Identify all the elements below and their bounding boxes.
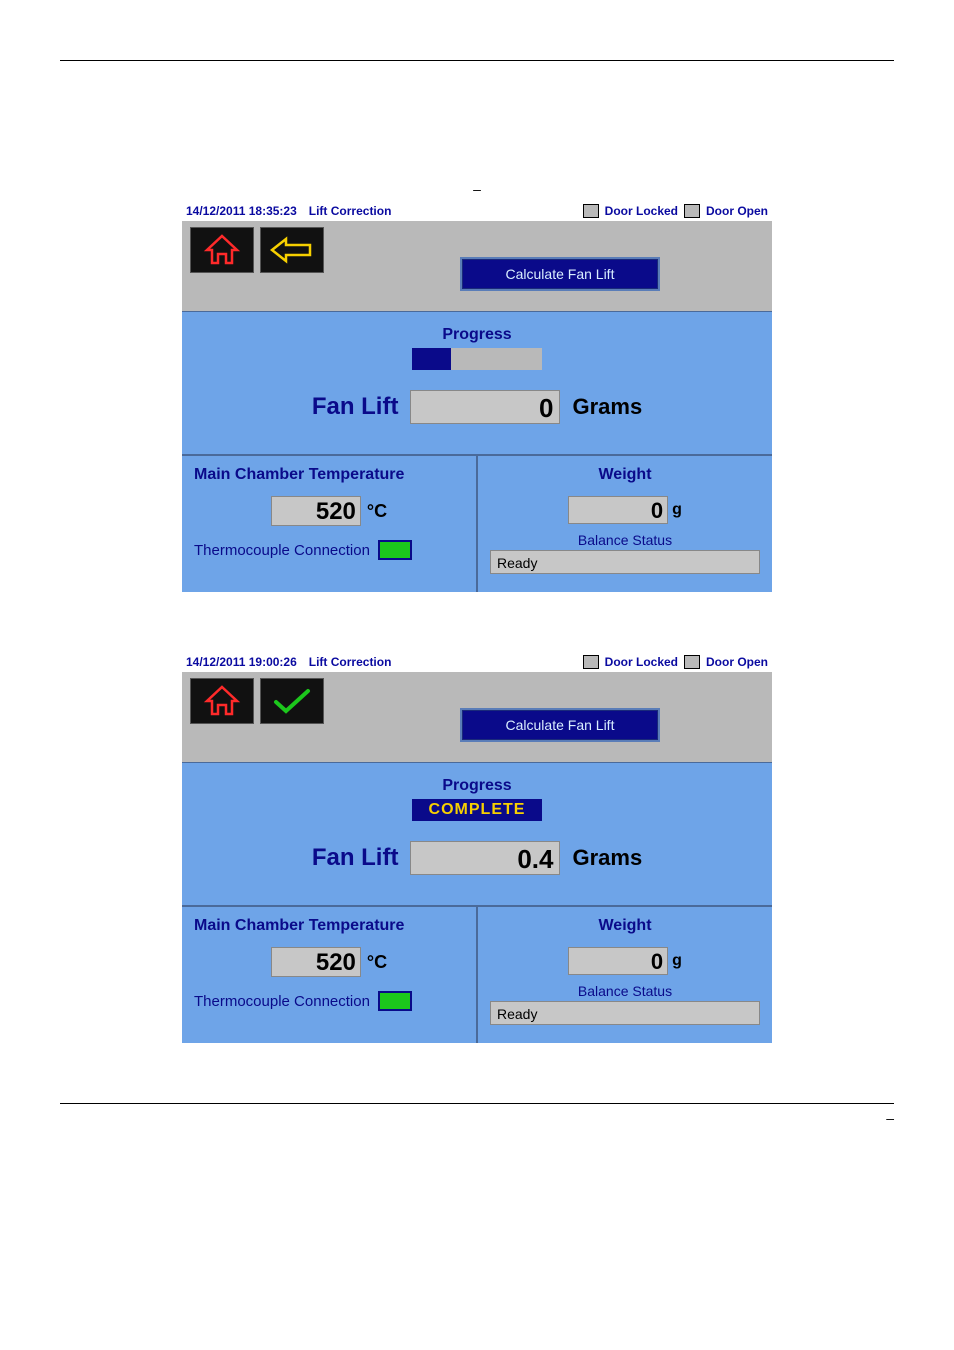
fan-lift-label: Fan Lift <box>312 844 399 872</box>
weight-value: 0 <box>568 947 668 975</box>
home-button[interactable] <box>190 678 254 724</box>
progress-label: Progress <box>198 326 756 344</box>
door-locked-indicator <box>583 204 599 218</box>
door-open-indicator <box>684 204 700 218</box>
calc-button-label: Calculate Fan Lift <box>506 717 615 733</box>
door-open-indicator <box>684 655 700 669</box>
confirm-button[interactable] <box>260 678 324 724</box>
progress-label: Progress <box>198 777 756 795</box>
page-top-rule <box>60 60 894 61</box>
balance-status-label: Balance Status <box>490 532 760 548</box>
bottom-section: Main Chamber Temperature 520 °C Thermoco… <box>182 454 772 592</box>
home-icon <box>203 684 241 718</box>
top-dash: – <box>0 181 954 197</box>
balance-status-label: Balance Status <box>490 983 760 999</box>
main-chamber-temp-label: Main Chamber Temperature <box>194 466 464 484</box>
timestamp: 14/12/2011 18:35:23 <box>186 204 297 218</box>
home-button[interactable] <box>190 227 254 273</box>
fan-lift-value: 0 <box>410 390 560 424</box>
check-icon <box>268 686 316 716</box>
calc-button-label: Calculate Fan Lift <box>506 266 615 282</box>
fan-lift-unit: Grams <box>572 845 642 871</box>
main-chamber-temp-unit: °C <box>367 501 387 522</box>
thermocouple-label: Thermocouple Connection <box>194 993 370 1010</box>
progress-section: Progress COMPLETE Fan Lift 0.4 Grams <box>182 762 772 905</box>
weight-value: 0 <box>568 496 668 524</box>
weight-label: Weight <box>490 917 760 935</box>
door-locked-label: Door Locked <box>605 655 678 669</box>
timestamp: 14/12/2011 19:00:26 <box>186 655 297 669</box>
fan-lift-value: 0.4 <box>410 841 560 875</box>
status-bar: 14/12/2011 18:35:23 Lift Correction Door… <box>182 201 772 221</box>
weight-unit: g <box>672 501 682 519</box>
door-open-label: Door Open <box>706 204 768 218</box>
door-open-label: Door Open <box>706 655 768 669</box>
main-chamber-temp-unit: °C <box>367 952 387 973</box>
balance-status-value: Ready <box>490 1001 760 1025</box>
hmi-panel-1: 14/12/2011 18:35:23 Lift Correction Door… <box>182 201 772 592</box>
fan-lift-label: Fan Lift <box>312 393 399 421</box>
back-arrow-icon <box>268 235 316 265</box>
bottom-section: Main Chamber Temperature 520 °C Thermoco… <box>182 905 772 1043</box>
page-bottom-rule <box>60 1103 894 1104</box>
weight-label: Weight <box>490 466 760 484</box>
thermocouple-indicator <box>378 540 412 560</box>
main-chamber-temp-label: Main Chamber Temperature <box>194 917 464 935</box>
balance-status-value: Ready <box>490 550 760 574</box>
fan-lift-row: Fan Lift 0 Grams <box>198 390 756 424</box>
calculate-fan-lift-button[interactable]: Calculate Fan Lift <box>460 708 660 742</box>
home-icon <box>203 233 241 267</box>
thermocouple-label: Thermocouple Connection <box>194 542 370 559</box>
status-bar: 14/12/2011 19:00:26 Lift Correction Door… <box>182 652 772 672</box>
door-locked-indicator <box>583 655 599 669</box>
main-chamber-temp-value: 520 <box>271 947 361 977</box>
progress-section: Progress Fan Lift 0 Grams <box>182 311 772 454</box>
hmi-panel-2: 14/12/2011 19:00:26 Lift Correction Door… <box>182 652 772 1043</box>
calculate-fan-lift-button[interactable]: Calculate Fan Lift <box>460 257 660 291</box>
weight-unit: g <box>672 952 682 970</box>
fan-lift-unit: Grams <box>572 394 642 420</box>
progress-bar <box>412 348 542 370</box>
toolbar: Calculate Fan Lift <box>182 672 772 762</box>
door-locked-label: Door Locked <box>605 204 678 218</box>
fan-lift-row: Fan Lift 0.4 Grams <box>198 841 756 875</box>
back-button[interactable] <box>260 227 324 273</box>
bottom-dash: – <box>0 1110 894 1126</box>
main-chamber-temp-value: 520 <box>271 496 361 526</box>
screen-title: Lift Correction <box>309 655 392 669</box>
thermocouple-indicator <box>378 991 412 1011</box>
toolbar: Calculate Fan Lift <box>182 221 772 311</box>
progress-complete-badge: COMPLETE <box>412 799 542 821</box>
screen-title: Lift Correction <box>309 204 392 218</box>
progress-fill <box>412 348 451 370</box>
